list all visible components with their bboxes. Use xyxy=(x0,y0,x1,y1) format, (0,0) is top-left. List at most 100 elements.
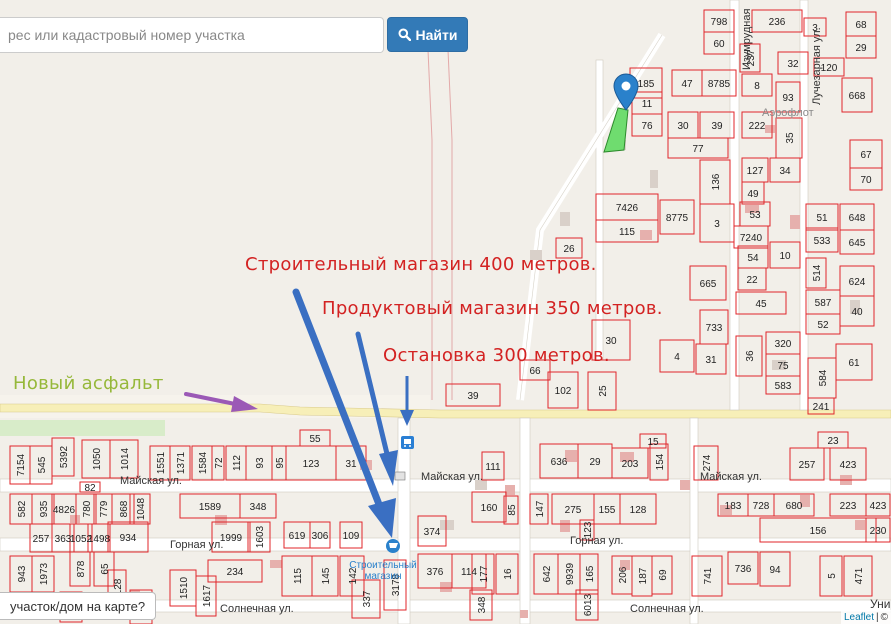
parcel-number: 94 xyxy=(769,565,781,576)
parcel-number: 187 xyxy=(638,567,649,584)
parcel-number: 136 xyxy=(711,173,722,190)
parcel-number: 1510 xyxy=(179,576,190,599)
parcel-number: 728 xyxy=(753,501,770,512)
parcel-number: 320 xyxy=(775,339,792,350)
parcel-number: 72 xyxy=(214,457,225,469)
parcel-number: 93 xyxy=(255,457,266,469)
parcel-number: 7426 xyxy=(616,203,639,214)
parcel-number: 584 xyxy=(818,369,829,386)
parcel-number: 35 xyxy=(785,132,796,144)
parcel-number: 348 xyxy=(477,596,488,613)
find-button-label: Найти xyxy=(415,26,458,43)
parcel-number: 123 xyxy=(303,459,320,470)
parcel-number: 306 xyxy=(312,531,329,542)
parcel-number: 49 xyxy=(747,189,759,200)
parcel-number: 337 xyxy=(362,590,373,607)
parcel-number: 93 xyxy=(782,93,794,104)
parcel-number: 155 xyxy=(599,505,616,516)
parcel-number: 1050 xyxy=(92,447,103,470)
annotation-grocery-store: Продуктовый магазин 350 метров. xyxy=(322,298,663,319)
annotation-bus-stop: Остановка 300 метров. xyxy=(383,345,610,366)
parcel-number: 645 xyxy=(849,238,866,249)
parcel-number: 1551 xyxy=(156,451,167,474)
parcel-number: 160 xyxy=(481,503,498,514)
leaflet-link[interactable]: Leaflet xyxy=(844,612,874,623)
parcel-number: 8 xyxy=(754,81,760,92)
parcel-number: 69 xyxy=(658,569,669,581)
parcel-number: 241 xyxy=(813,402,830,413)
parcel-number: 53 xyxy=(749,210,761,221)
parcel-number: 47 xyxy=(681,79,693,90)
parcel-number: 77 xyxy=(692,144,704,155)
parcel-number: 8785 xyxy=(708,79,731,90)
parcel-number: 6013 xyxy=(583,593,594,616)
parcel-number: 54 xyxy=(747,253,759,264)
parcel-number: 624 xyxy=(849,277,866,288)
parcel-number: 423 xyxy=(870,501,887,512)
search-input[interactable] xyxy=(0,18,383,52)
parcel-number: 34 xyxy=(779,166,791,177)
parcel-number: 514 xyxy=(812,264,823,281)
parcel-number: 8775 xyxy=(666,213,689,224)
parcel-number: 120 xyxy=(821,63,838,74)
parcel-number: 636 xyxy=(551,457,568,468)
parcel-number: 39 xyxy=(467,391,479,402)
parcel-number: 230 xyxy=(870,526,887,537)
parcel-number: 1584 xyxy=(198,451,209,474)
parcel-number: 60 xyxy=(713,39,725,50)
street-label: Горная ул. xyxy=(570,535,623,547)
attribution-sep: | xyxy=(876,611,879,623)
parcel-number: 31 xyxy=(345,459,357,470)
parcel-number: 668 xyxy=(849,91,866,102)
parcel-number: 109 xyxy=(343,531,360,542)
bus-stop-icon[interactable] xyxy=(401,436,414,449)
parcel-number: 206 xyxy=(618,566,629,583)
parcel-number: 165 xyxy=(585,565,596,582)
parcel-number: 274 xyxy=(702,454,713,471)
parcel-number: 115 xyxy=(293,568,304,584)
find-button[interactable]: Найти xyxy=(387,17,468,52)
parcel-number: 75 xyxy=(777,361,789,372)
parcel-number: 177 xyxy=(479,565,490,582)
parcel-number: 878 xyxy=(76,560,87,577)
grocery-icon[interactable] xyxy=(394,471,406,481)
parcel-number: 154 xyxy=(655,453,666,470)
parcel-number: 36 xyxy=(745,350,756,362)
parcel-number: 115 xyxy=(619,227,635,238)
parcel-number: 1603 xyxy=(255,525,266,548)
parcel-number: 10 xyxy=(779,251,791,262)
parcel-number: 471 xyxy=(854,567,865,584)
parcel-number: 29 xyxy=(589,457,601,468)
parcel-number: 1973 xyxy=(39,562,50,585)
parcel-number: 736 xyxy=(735,564,752,575)
parcel-number: 183 xyxy=(725,501,742,512)
shop-icon[interactable] xyxy=(386,539,400,553)
annotation-new-asphalt: Новый асфальт xyxy=(13,373,164,394)
parcel-number: 943 xyxy=(17,565,28,582)
parcel-number: 1498 xyxy=(88,534,111,545)
attribution-copy: © xyxy=(880,611,888,623)
parcel-number: 545 xyxy=(37,456,48,473)
parcel-number: 114 xyxy=(461,567,477,578)
parcel-number: 102 xyxy=(555,386,572,397)
parcel-number: 7154 xyxy=(16,453,27,476)
parcel-number: 52 xyxy=(817,320,829,331)
parcel-number: 95 xyxy=(275,457,286,469)
street-label: Горная ул. xyxy=(170,539,223,551)
parcel-number: 11 xyxy=(642,99,653,110)
street-label: Майская ул. xyxy=(421,471,483,483)
parcel-number: 7240 xyxy=(740,233,763,244)
parcel-number: 741 xyxy=(703,567,714,584)
parcel-number: 67 xyxy=(860,150,872,161)
parcel-number: 31 xyxy=(705,355,717,366)
parcel-on-map-question[interactable]: участок/дом на карте? xyxy=(0,592,156,620)
parcel-number: 4 xyxy=(674,352,680,363)
street-label: Лучезарная ул. xyxy=(811,27,823,105)
parcel-number: 61 xyxy=(848,358,860,369)
parcel-number: 203 xyxy=(622,459,639,470)
parcel-number: 780 xyxy=(82,500,93,517)
parcel-number: 1589 xyxy=(199,502,222,513)
street-label: Изумрудная xyxy=(741,8,753,70)
parcel-number: 29 xyxy=(855,43,867,54)
parcel-number: 65 xyxy=(100,563,111,575)
